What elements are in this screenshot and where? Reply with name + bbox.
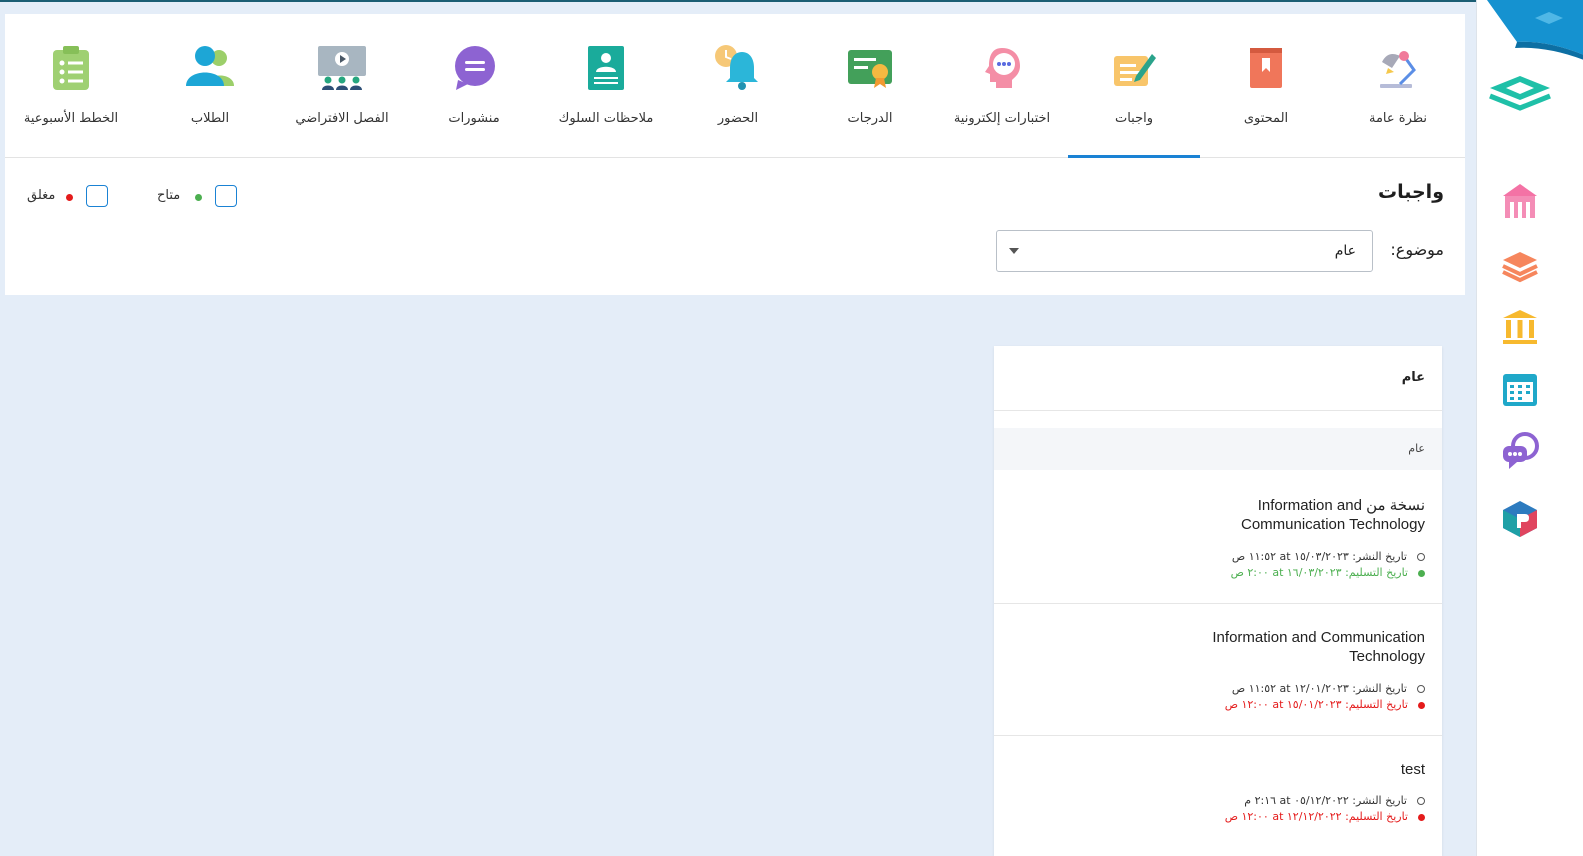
homework-item[interactable]: نسخة من Information and Communication Te…: [994, 470, 1442, 604]
e-quiz-head-icon: [985, 48, 1020, 88]
chat-support-icon[interactable]: [1501, 432, 1539, 470]
due-date: تاريخ التسليم: ١٢/١٢/٢٠٢٢ at ١٢:٠٠ ص: [1224, 810, 1408, 823]
tab-content[interactable]: المحتوى: [1200, 14, 1332, 157]
card-header: عام: [994, 346, 1442, 411]
homework-published: تاريخ النشر: ١٢/٠١/٢٠٢٣ at ١١:٥٢ ص: [1232, 682, 1425, 695]
institution-icon[interactable]: [1501, 308, 1539, 346]
available-status-dot: [1418, 569, 1425, 577]
school-icon[interactable]: [1501, 182, 1539, 220]
tab-grades-label: الدرجات: [847, 111, 893, 126]
platform-logo-icon[interactable]: [1486, 68, 1556, 116]
group-header-title: عام: [1408, 442, 1425, 455]
closed-status-dot: [1418, 813, 1425, 821]
homework-title: نسخة من Information and Communication Te…: [1241, 497, 1425, 533]
subject-label: موضوع:: [1390, 240, 1444, 259]
overview-lamp-icon: [1380, 51, 1416, 88]
course-nav-tabs: نظرة عامة المحتوى واجبات اختبارات إلكترو…: [5, 14, 1465, 158]
available-status-dot: [195, 194, 202, 201]
filter-available: متاح: [155, 185, 245, 209]
chevron-down-icon: [1009, 248, 1019, 254]
due-date: تاريخ التسليم: ١٥/٠١/٢٠٢٣ at ١٢:٠٠ ص: [1224, 698, 1408, 711]
homework-published: تاريخ النشر: ٠٥/١٢/٢٠٢٢ at ٢:١٦ م: [1244, 794, 1425, 807]
page-title: واجبات: [1378, 181, 1444, 203]
tab-overview[interactable]: نظرة عامة: [1332, 14, 1464, 157]
clock-icon: [1417, 553, 1425, 561]
students-icon: [186, 46, 234, 86]
due-date: تاريخ التسليم: ١٦/٠٣/٢٠٢٣ at ٢:٠٠ ص: [1230, 566, 1408, 579]
clock-icon: [1417, 797, 1425, 805]
closed-status-dot: [66, 194, 73, 201]
tab-content-label: المحتوى: [1243, 111, 1289, 126]
tab-attendance[interactable]: الحضور: [672, 14, 804, 157]
tab-virtual-class[interactable]: الفصل الافتراضي: [276, 14, 408, 157]
homework-due: تاريخ التسليم: ١٦/٠٣/٢٠٢٣ at ٢:٠٠ ص: [1231, 566, 1425, 579]
tab-homework-label: واجبات: [1114, 111, 1154, 126]
content-book-icon: [1250, 48, 1282, 88]
card-header-title: عام: [1401, 370, 1425, 385]
filter-closed: مغلق: [25, 185, 115, 209]
filter-available-label: متاح: [157, 188, 181, 203]
tab-posts[interactable]: منشورات: [408, 14, 540, 157]
corner-flag-icon: [1487, 0, 1583, 60]
layers-icon[interactable]: [1501, 246, 1539, 284]
homework-list-card: عام عام نسخة من Information and Communic…: [994, 346, 1442, 856]
homework-item[interactable]: Information and Communication Technology…: [994, 604, 1442, 736]
clock-icon: [1417, 685, 1425, 693]
published-date: تاريخ النشر: ١٥/٠٣/٢٠٢٣ at ١١:٥٢ ص: [1231, 550, 1407, 563]
tab-overview-label: نظرة عامة: [1368, 111, 1428, 126]
subject-select-value: عام: [1334, 243, 1356, 259]
homework-item[interactable]: test تاريخ النشر: ٠٥/١٢/٢٠٢٢ at ٢:١٦ م ت…: [994, 736, 1442, 856]
attendance-bell-icon: [715, 45, 758, 90]
tab-grades[interactable]: الدرجات: [804, 14, 936, 157]
tab-weekly-plans-label: الخطط الأسبوعية: [23, 111, 119, 126]
active-tab-indicator: [1068, 155, 1200, 158]
tab-students-label: الطلاب: [190, 111, 230, 126]
published-date: تاريخ النشر: ٠٥/١٢/٢٠٢٢ at ٢:١٦ م: [1244, 794, 1407, 807]
homework-pen-icon: [1114, 54, 1156, 86]
tab-attendance-label: الحضور: [717, 111, 759, 126]
tab-virtual-class-label: الفصل الافتراضي: [295, 111, 389, 126]
posts-chat-icon: [455, 46, 495, 90]
tab-behavior-notes[interactable]: ملاحظات السلوك: [540, 14, 672, 157]
homework-due: تاريخ التسليم: ١٥/٠١/٢٠٢٣ at ١٢:٠٠ ص: [1225, 698, 1425, 711]
published-date: تاريخ النشر: ١٢/٠١/٢٠٢٣ at ١١:٥٢ ص: [1231, 682, 1407, 695]
homework-published: تاريخ النشر: ١٥/٠٣/٢٠٢٣ at ١١:٥٢ ص: [1232, 550, 1425, 563]
tab-weekly-plans[interactable]: الخطط الأسبوعية: [5, 14, 137, 157]
filter-available-checkbox[interactable]: [215, 185, 237, 207]
homework-due: تاريخ التسليم: ١٢/١٢/٢٠٢٢ at ١٢:٠٠ ص: [1225, 810, 1425, 823]
weekly-plans-clipboard-icon: [53, 46, 89, 90]
virtual-class-icon: [318, 46, 366, 90]
tab-homework[interactable]: واجبات: [1068, 14, 1200, 158]
tab-e-quizzes-label: اختبارات إلكترونية: [953, 111, 1051, 126]
homework-title: test: [1400, 761, 1425, 778]
group-header: عام: [994, 428, 1442, 470]
tab-students[interactable]: الطلاب: [144, 14, 276, 157]
tab-behavior-notes-label: ملاحظات السلوك: [558, 111, 654, 126]
tab-posts-label: منشورات: [448, 111, 500, 126]
app-sidebar: [1476, 0, 1583, 856]
top-accent-line: [0, 0, 1583, 2]
filter-closed-checkbox[interactable]: [86, 185, 108, 207]
grades-certificate-icon: [848, 50, 892, 88]
tab-e-quizzes[interactable]: اختبارات إلكترونية: [936, 14, 1068, 157]
calendar-icon[interactable]: [1501, 370, 1539, 408]
course-panel: نظرة عامة المحتوى واجبات اختبارات إلكترو…: [5, 14, 1465, 295]
homework-title: Information and Communication Technology: [1212, 629, 1425, 665]
subject-select[interactable]: عام: [996, 230, 1373, 272]
behavior-notes-icon: [588, 46, 624, 90]
closed-status-dot: [1418, 701, 1425, 709]
package-icon[interactable]: [1501, 500, 1539, 538]
filter-closed-label: مغلق: [27, 188, 56, 203]
